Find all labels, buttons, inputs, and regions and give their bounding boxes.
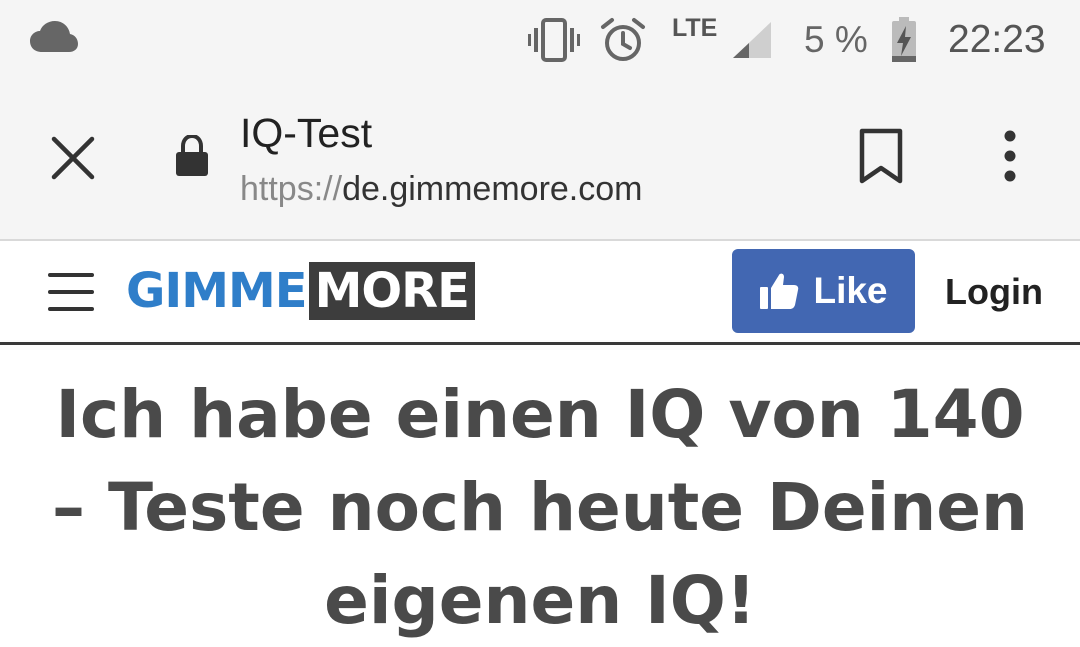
article-headline: Ich habe einen IQ von 140 – Teste noch h… [52, 376, 1028, 639]
vibrate-icon [528, 0, 580, 80]
close-icon [51, 136, 95, 180]
battery-percent: 5 % [804, 19, 868, 60]
thumbs-up-icon [760, 273, 799, 309]
more-vert-icon [1004, 130, 1016, 182]
facebook-like-button[interactable]: Like [732, 249, 915, 333]
status-bar: LTE 5 % 22:23 [0, 0, 1080, 80]
close-button[interactable] [50, 135, 96, 181]
lock-icon [176, 135, 208, 176]
clock: 22:23 [948, 18, 1046, 61]
page-url[interactable]: https://de.gimmemore.com [240, 170, 642, 209]
bookmark-icon [859, 128, 903, 184]
cloud-icon [30, 21, 78, 52]
site-logo[interactable]: GIMME MORE [126, 261, 475, 321]
battery-charging-icon [891, 0, 917, 80]
signal-icon [733, 0, 773, 80]
browser-toolbar: IQ-Test https://de.gimmemore.com [0, 80, 1080, 241]
bookmark-button[interactable] [858, 128, 904, 189]
like-label: Like [813, 270, 888, 311]
more-menu-button[interactable] [998, 130, 1022, 187]
url-scheme: https:// [240, 170, 343, 208]
logo-more: MORE [308, 262, 475, 320]
site-header: GIMME MORE Like Login [0, 241, 1080, 345]
logo-gimme: GIMME [126, 263, 308, 319]
alarm-icon [600, 0, 646, 80]
screen: LTE 5 % 22:23 IQ-Test https://de.gimmemo… [0, 0, 1080, 647]
login-link[interactable]: Login [945, 271, 1043, 313]
hamburger-menu-icon[interactable] [48, 273, 94, 311]
network-type: LTE [672, 13, 718, 42]
page-title: IQ-Test [240, 110, 373, 156]
url-host: de.gimmemore.com [342, 170, 643, 208]
